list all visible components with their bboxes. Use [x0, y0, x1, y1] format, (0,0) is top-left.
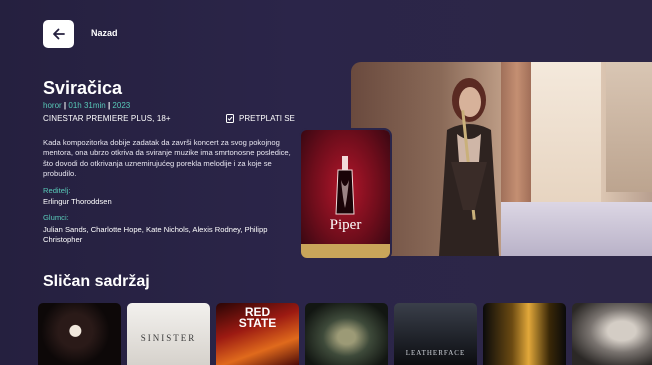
similar-item[interactable]: LEATHERFACE [394, 303, 477, 365]
cast-value: Julian Sands, Charlotte Hope, Kate Nicho… [43, 225, 268, 245]
similar-item[interactable] [572, 303, 652, 365]
similar-item[interactable] [305, 303, 388, 365]
director-label: Reditelj: [43, 186, 71, 195]
similar-item[interactable]: SINISTER [127, 303, 210, 365]
similar-section-title: Sličan sadržaj [43, 273, 150, 290]
movie-description: Kada kompozitorka dobije zadatak da zavr… [43, 138, 291, 179]
back-button[interactable] [43, 20, 74, 48]
movie-poster[interactable]: Piper [301, 130, 390, 258]
similar-item-title: RED STATE [238, 305, 277, 330]
movie-title: Sviračica [43, 78, 123, 98]
director-value: Erlingur Thoroddsen [43, 197, 112, 206]
year: 2023 [112, 101, 131, 110]
poster-title: Piper [329, 217, 362, 233]
similar-carousel: SINISTER RED STATE LEATHERFACE [38, 303, 652, 365]
hero-image [351, 62, 652, 256]
similar-item[interactable] [38, 303, 121, 365]
poster-band [301, 244, 390, 258]
similar-item[interactable] [483, 303, 566, 365]
hero-figure [439, 78, 499, 256]
similar-item-title: SINISTER [140, 333, 197, 343]
similar-item[interactable]: RED STATE [216, 303, 299, 365]
poster-artwork [335, 156, 355, 215]
genre: horor [43, 101, 62, 110]
subscribe-label: PRETPLATI SE [239, 114, 295, 123]
movie-detail-screen: Nazad Sviračica horor | 01h 31min | 2023… [0, 0, 652, 365]
subscribe-button[interactable]: PRETPLATI SE [226, 114, 295, 123]
similar-item-title: LEATHERFACE [405, 349, 466, 357]
duration: 01h 31min [68, 101, 106, 110]
movie-meta: horor | 01h 31min | 2023 [43, 101, 131, 110]
channel-rating: CINESTAR PREMIERE PLUS, 18+ [43, 114, 171, 123]
arrow-left-icon [52, 28, 65, 40]
cast-label: Glumci: [43, 213, 69, 222]
back-label[interactable]: Nazad [91, 28, 118, 38]
checkbox-icon [226, 114, 234, 123]
